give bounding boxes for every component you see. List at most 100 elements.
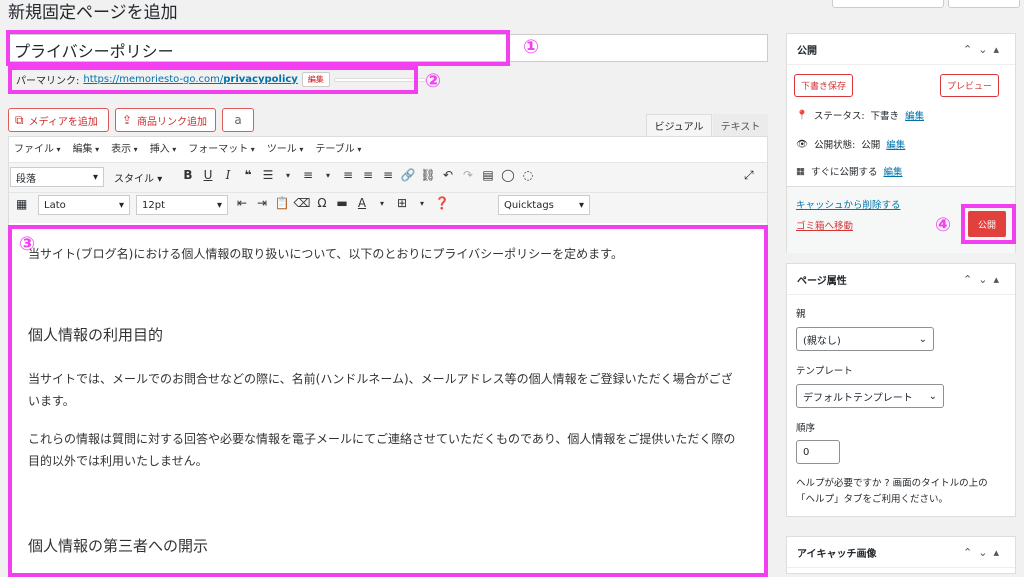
outdent-icon[interactable]: ⇤ xyxy=(232,196,252,210)
preview-button[interactable]: プレビュー xyxy=(940,74,1000,97)
parent-select[interactable]: (親なし) ⌄ xyxy=(796,327,934,351)
horizontal-rule-icon[interactable]: ▬ xyxy=(332,196,352,210)
add-product-link-button[interactable]: ⇪ 商品リンク追加 xyxy=(115,108,216,132)
align-left-icon[interactable]: ≡ xyxy=(338,168,358,182)
help-text-line-1: ヘルプが必要ですか ? 画面のタイトルの上の xyxy=(796,478,988,489)
toolbar-toggle-icon[interactable]: ▦ xyxy=(16,197,27,211)
chevron-down-icon: ⌄ xyxy=(928,390,937,402)
numbered-list-icon[interactable]: ≡ xyxy=(298,168,318,182)
chevron-down-icon[interactable]: ▾ xyxy=(372,199,392,208)
undo-icon[interactable]: ↶ xyxy=(438,168,458,182)
italic-icon[interactable]: I xyxy=(218,168,238,182)
style-select[interactable]: スタイル ▾ xyxy=(114,170,162,185)
help-button[interactable] xyxy=(948,0,1020,8)
menu-edit[interactable]: 編集 xyxy=(73,140,100,155)
featured-image-box: アイキャッチ画像 ⌃⌄▴ xyxy=(786,536,1016,574)
style-select-label: スタイル xyxy=(114,174,154,185)
order-input[interactable]: 0 xyxy=(796,440,840,464)
amazon-button[interactable]: a xyxy=(222,108,254,132)
annotation-number-2: ② xyxy=(425,70,442,92)
page-title: 新規固定ページを追加 xyxy=(8,3,178,23)
schedule-row: ▦ すぐに公開する 編集 xyxy=(796,164,903,179)
text-color-icon[interactable]: A xyxy=(352,196,372,210)
chevron-down-icon: ⌄ xyxy=(918,333,927,345)
underline-icon[interactable]: U xyxy=(198,168,218,182)
menu-file[interactable]: ファイル xyxy=(14,140,61,155)
unlink-icon[interactable]: ⛓ xyxy=(418,168,438,182)
share-icon: ⇪ xyxy=(122,113,133,127)
toolbar-icons-1: B U I ❝ ☰ ▾ ≡ ▾ ≡ ≡ ≡ 🔗 ⛓ ↶ ↷ ▤ ◯ ◌ xyxy=(178,168,538,182)
chevron-down-icon[interactable]: ▾ xyxy=(278,171,298,180)
template-select[interactable]: デフォルトテンプレート ⌄ xyxy=(796,384,944,408)
chevron-down-icon: ▾ xyxy=(92,171,98,183)
font-family-value: Lato xyxy=(44,199,66,211)
fullscreen-icon[interactable]: ⤢ xyxy=(744,168,754,183)
add-media-label: メディアを追加 xyxy=(28,116,98,128)
box-controls[interactable]: ⌃⌄▴ xyxy=(963,546,1005,559)
status-row: 📍 ステータス: 下書き 編集 xyxy=(796,108,924,123)
table-icon[interactable]: ⊞ xyxy=(392,196,412,210)
chevron-down-icon[interactable]: ▾ xyxy=(412,199,432,208)
help-icon[interactable]: ❓ xyxy=(432,196,452,210)
align-center-icon[interactable]: ≡ xyxy=(358,168,378,182)
font-family-select[interactable]: Lato ▾ xyxy=(38,195,130,215)
redo-icon[interactable]: ↷ xyxy=(458,168,478,182)
indent-icon[interactable]: ⇥ xyxy=(252,196,272,210)
add-product-link-label: 商品リンク追加 xyxy=(137,116,208,128)
speech-bubble-icon[interactable]: ◯ xyxy=(498,168,518,182)
chevron-down-icon: ▾ xyxy=(216,199,222,211)
box-controls[interactable]: ⌃⌄▴ xyxy=(963,273,1005,286)
menu-insert[interactable]: 挿入 xyxy=(150,140,177,155)
link-icon[interactable]: 🔗 xyxy=(398,168,418,182)
order-label: 順序 xyxy=(796,423,816,434)
status-value: 下書き xyxy=(870,111,900,122)
quicktags-value: Quicktags xyxy=(504,199,554,211)
menu-view[interactable]: 表示 xyxy=(111,140,138,155)
menu-tools[interactable]: ツール xyxy=(267,140,304,155)
save-draft-button[interactable]: 下書き保存 xyxy=(794,74,854,97)
insert-box-icon[interactable]: ▤ xyxy=(478,168,498,182)
trash-link[interactable]: ゴミ箱へ移動 xyxy=(796,218,853,232)
status-edit-link[interactable]: 編集 xyxy=(905,108,924,122)
add-media-button[interactable]: ⧉ メディアを追加 xyxy=(8,108,109,132)
parent-label: 親 xyxy=(796,309,806,320)
quicktags-select[interactable]: Quicktags ▾ xyxy=(498,195,590,215)
align-right-icon[interactable]: ≡ xyxy=(378,168,398,182)
schedule-edit-link[interactable]: 編集 xyxy=(884,164,903,178)
paste-icon[interactable]: 📋 xyxy=(272,196,292,210)
tab-visual[interactable]: ビジュアル xyxy=(646,114,712,136)
media-icon: ⧉ xyxy=(15,112,24,127)
box-controls[interactable]: ⌃⌄▴ xyxy=(963,43,1005,56)
page-attributes-title: ページ属性 xyxy=(797,275,847,287)
visibility-value: 公開 xyxy=(861,140,881,151)
chevron-down-icon: ▾ xyxy=(578,199,584,211)
visibility-edit-link[interactable]: 編集 xyxy=(886,137,905,151)
page-attributes-header: ページ属性 ⌃⌄▴ xyxy=(787,264,1015,295)
tab-text[interactable]: テキスト xyxy=(713,114,768,136)
bold-icon[interactable]: B xyxy=(178,168,198,182)
publish-box-title: 公開 xyxy=(797,45,817,57)
visibility-row: 👁 公開状態: 公開 編集 xyxy=(796,137,905,152)
screen-options-button[interactable] xyxy=(832,0,944,8)
featured-image-title: アイキャッチ画像 xyxy=(797,548,877,560)
annotation-number-3: ③ xyxy=(19,233,36,255)
menu-format[interactable]: フォーマット xyxy=(188,140,255,155)
blockquote-icon[interactable]: ❝ xyxy=(238,168,258,182)
parent-select-value: (親なし) xyxy=(803,335,841,347)
toolbar-icons-2: ⇤ ⇥ 📋 ⌫ Ω ▬ A ▾ ⊞ ▾ ❓ xyxy=(232,196,452,210)
eye-icon: 👁 xyxy=(796,138,809,150)
schedule-label: すぐに公開する xyxy=(810,167,878,178)
font-size-select[interactable]: 12pt ▾ xyxy=(136,195,228,215)
template-select-value: デフォルトテンプレート xyxy=(803,392,913,404)
help-text-line-2: 「ヘルプ」タブをご利用ください。 xyxy=(796,494,949,505)
eraser-icon[interactable]: ⌫ xyxy=(292,196,312,210)
chat-bubble-icon[interactable]: ◌ xyxy=(518,168,538,182)
format-select[interactable]: 段落 ▾ xyxy=(10,167,104,187)
menu-table[interactable]: テーブル xyxy=(315,140,361,155)
bullet-list-icon[interactable]: ☰ xyxy=(258,168,278,182)
omega-icon[interactable]: Ω xyxy=(312,196,332,210)
annotation-box-1 xyxy=(6,30,510,66)
chevron-down-icon: ▾ xyxy=(157,174,163,185)
purge-cache-link[interactable]: キャッシュから削除する xyxy=(796,197,901,211)
chevron-down-icon[interactable]: ▾ xyxy=(318,171,338,180)
